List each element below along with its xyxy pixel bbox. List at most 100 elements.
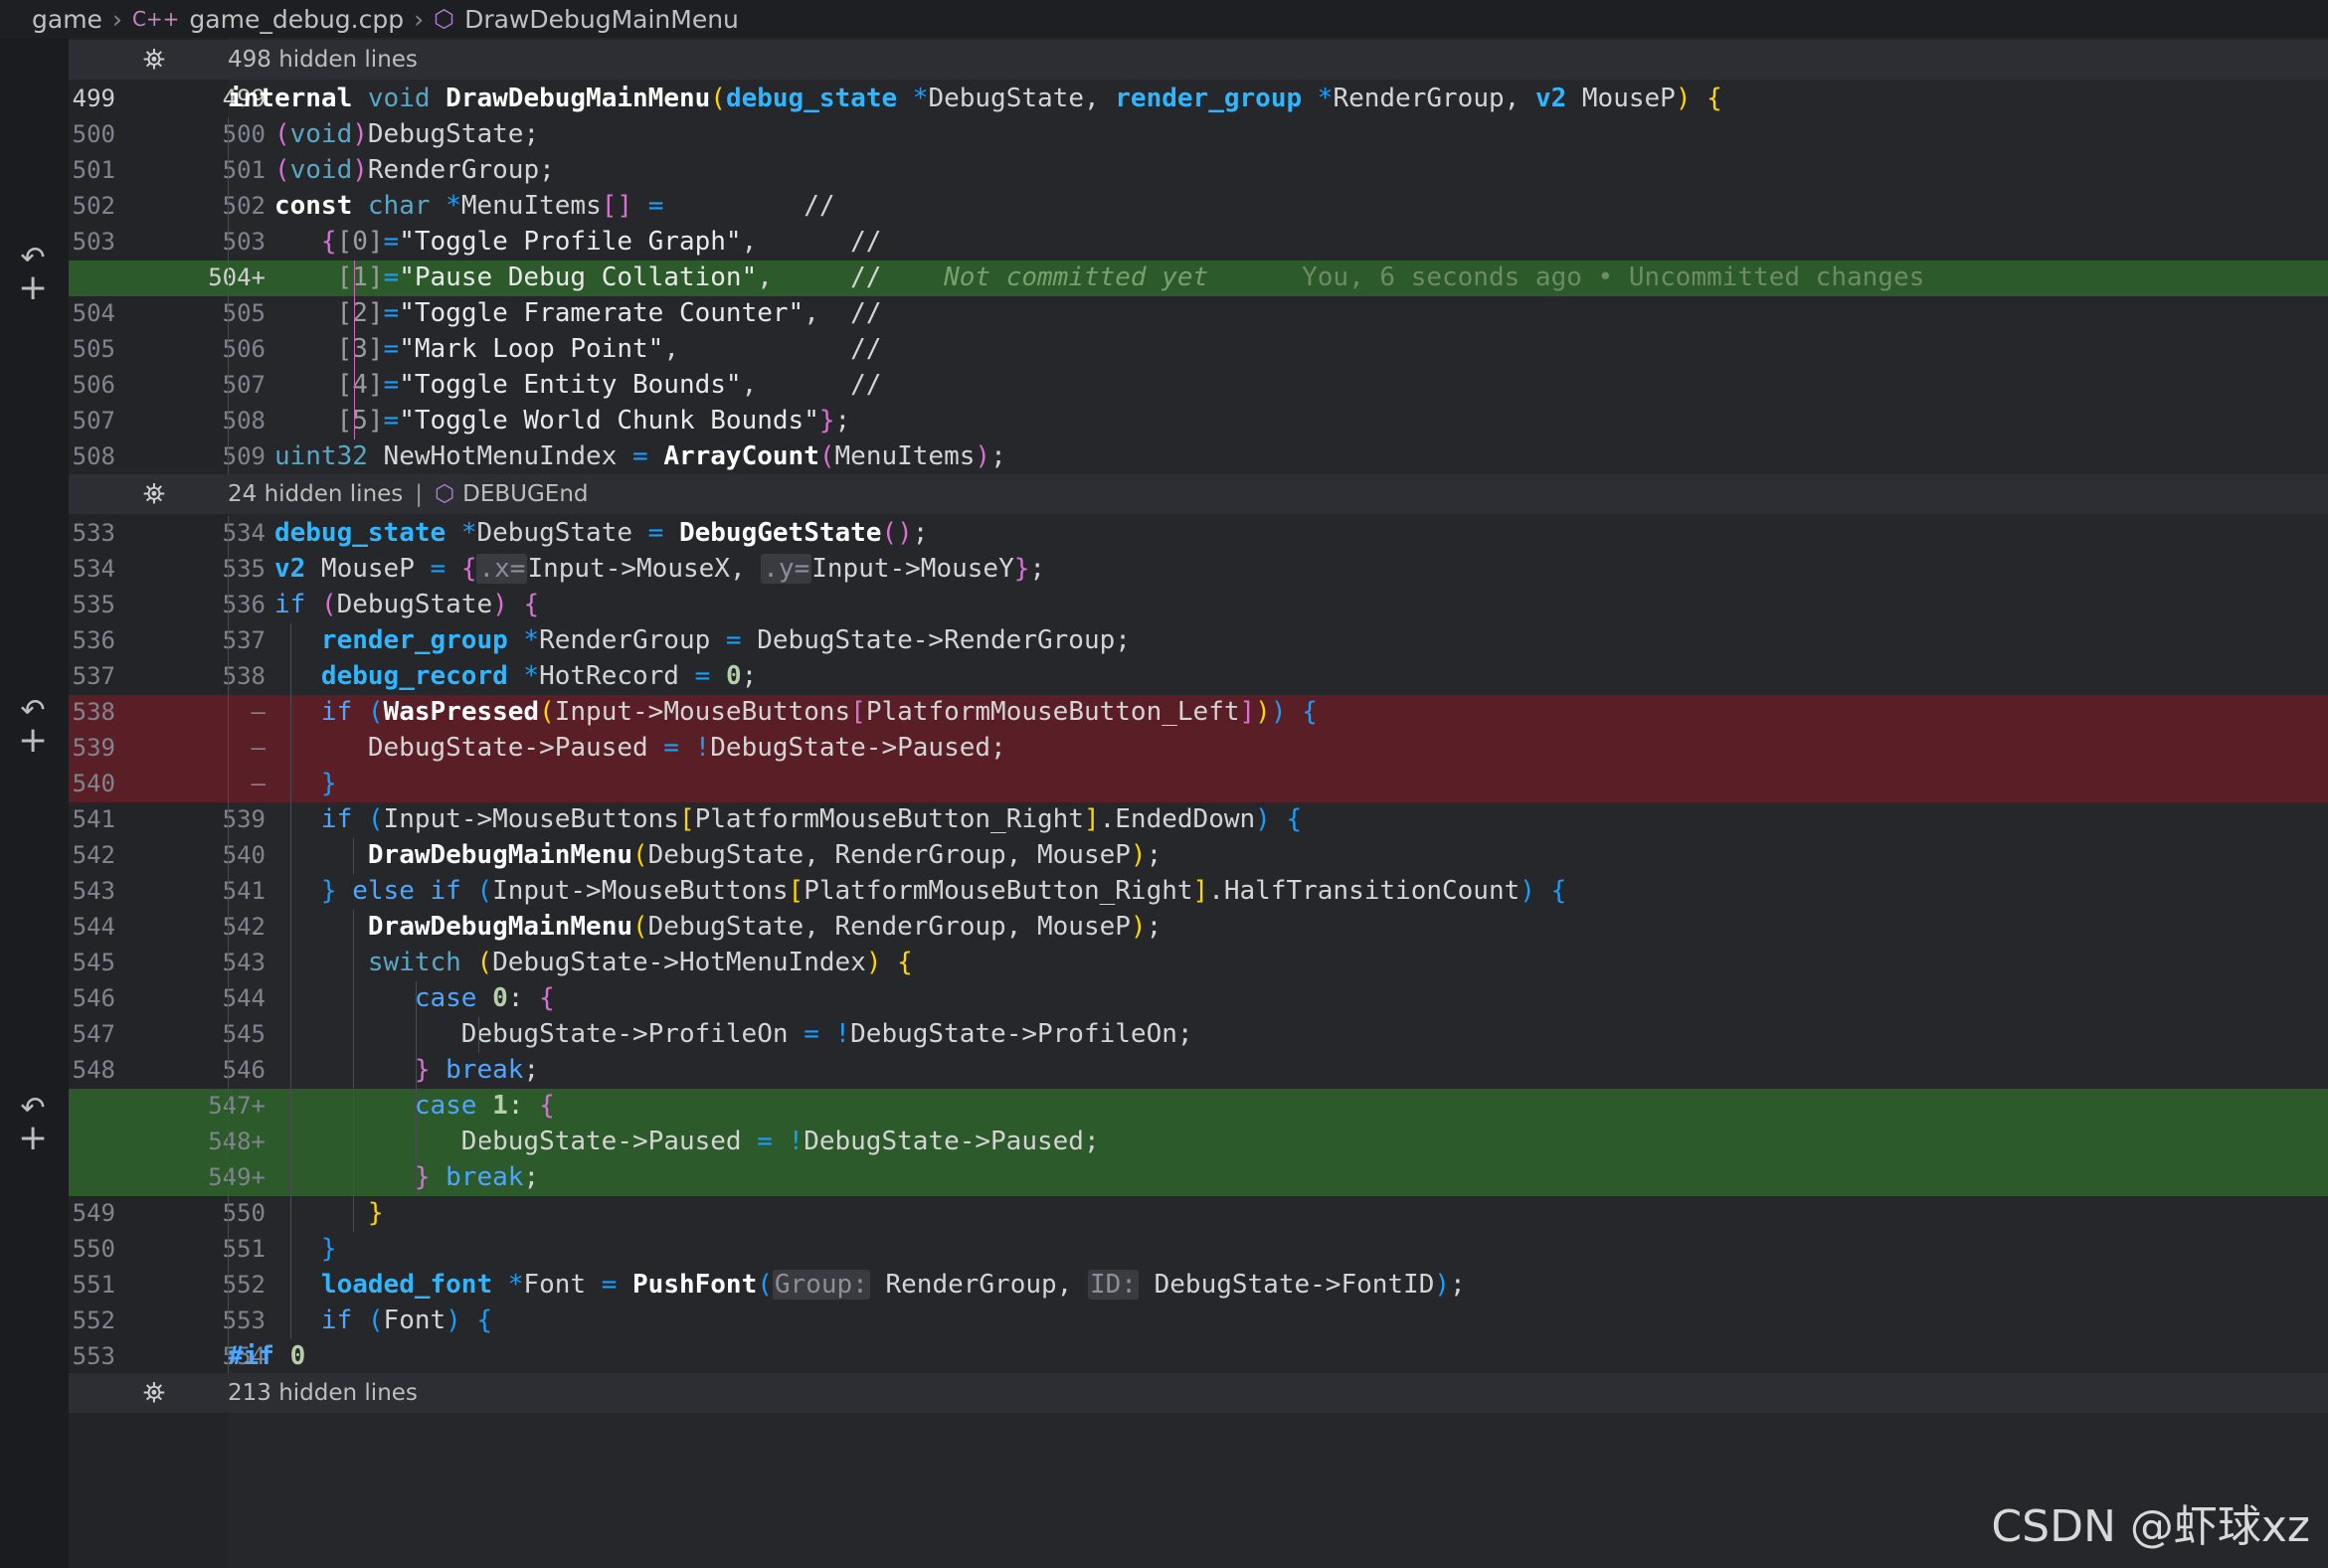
old-line-number: 537 xyxy=(72,662,115,690)
code-line: 547 545 DebugState->ProfileOn = !DebugSt… xyxy=(69,1017,2328,1053)
code-text[interactable]: if (Font) { xyxy=(228,1304,492,1339)
diff-hunk-controls: ↶ + xyxy=(18,696,48,759)
old-line-number: 505 xyxy=(72,335,115,363)
code-line-added: 504+ [1]="Pause Debug Collation", // Not… xyxy=(69,261,2328,296)
code-line-removed: 538 — if (WasPressed(Input->MouseButtons… xyxy=(69,695,2328,731)
breadcrumb-file[interactable]: game_debug.cpp xyxy=(189,5,404,34)
code-text[interactable]: DrawDebugMainMenu(DebugState, RenderGrou… xyxy=(228,838,1162,874)
code-text[interactable]: if (DebugState) { xyxy=(228,588,539,623)
old-line-number: 553 xyxy=(72,1342,115,1370)
code-line: 551 552 loaded_font *Font = PushFont(Gro… xyxy=(69,1268,2328,1304)
code-line: 542 540 DrawDebugMainMenu(DebugState, Re… xyxy=(69,838,2328,874)
code-line: 535 536 if (DebugState) { xyxy=(69,588,2328,623)
code-text[interactable]: [5]="Toggle World Chunk Bounds"}; xyxy=(228,404,851,439)
code-line-added: 549+ } break; xyxy=(69,1160,2328,1196)
breadcrumb-symbol[interactable]: DrawDebugMainMenu xyxy=(464,5,739,34)
code-text[interactable]: internal void DrawDebugMainMenu(debug_st… xyxy=(228,82,1722,117)
code-text[interactable]: } break; xyxy=(228,1053,539,1089)
code-text[interactable]: (void)RenderGroup; xyxy=(228,153,555,189)
code-line: 549 550 } xyxy=(69,1196,2328,1232)
breadcrumb-folder[interactable]: game xyxy=(32,5,102,34)
indent-guide xyxy=(478,1017,479,1053)
code-line: 545 543 switch (DebugState->HotMenuIndex… xyxy=(69,946,2328,981)
unfold-icon[interactable]: ⛯ xyxy=(69,1376,222,1410)
old-line-number: 539 xyxy=(72,734,115,762)
code-text[interactable]: DebugState->Paused = !DebugState->Paused… xyxy=(228,1125,1100,1160)
hidden-lines-label: 498 hidden lines xyxy=(228,47,418,73)
code-text[interactable]: if (WasPressed(Input->MouseButtons[Platf… xyxy=(228,695,1318,731)
old-line-number xyxy=(69,1125,115,1160)
code-text[interactable]: [1]="Pause Debug Collation", // Not comm… xyxy=(228,261,1925,296)
old-line-number: 502 xyxy=(72,192,115,220)
hidden-lines-fold[interactable]: ⛯ 213 hidden lines xyxy=(69,1373,2328,1413)
stage-icon[interactable]: + xyxy=(18,270,48,306)
old-line-number: 547 xyxy=(72,1020,115,1048)
code-text[interactable]: #if 0 xyxy=(228,1339,305,1375)
watermark: CSDN @虾球xz xyxy=(1991,1501,2310,1552)
code-text[interactable]: uint32 NewHotMenuIndex = ArrayCount(Menu… xyxy=(228,439,1006,475)
old-line-number: 542 xyxy=(72,841,115,869)
cube-icon: ⬡ xyxy=(435,481,455,507)
code-text[interactable]: [2]="Toggle Framerate Counter", // xyxy=(228,296,882,332)
code-text[interactable]: DebugState->Paused = !DebugState->Paused… xyxy=(228,731,1006,767)
code-text[interactable]: [3]="Mark Loop Point", // xyxy=(228,332,882,368)
code-text[interactable]: {[0]="Toggle Profile Graph", // xyxy=(228,225,882,261)
indent-guide xyxy=(353,838,354,874)
old-line-number: 538 xyxy=(72,698,115,726)
code-text[interactable]: } else if (Input->MouseButtons[PlatformM… xyxy=(228,874,1566,910)
old-line-number: 550 xyxy=(72,1235,115,1263)
code-line: 548 546 } break; xyxy=(69,1053,2328,1089)
code-line: 541 539 if (Input->MouseButtons[Platform… xyxy=(69,802,2328,838)
old-line-number xyxy=(69,261,115,296)
code-text[interactable]: if (Input->MouseButtons[PlatformMouseBut… xyxy=(228,802,1302,838)
old-line-number: 507 xyxy=(72,407,115,435)
old-line-number: 504 xyxy=(72,299,115,327)
code-line: 503 503 {[0]="Toggle Profile Graph", // xyxy=(69,225,2328,261)
code-text[interactable]: } xyxy=(228,1232,337,1268)
breadcrumb: game › C++ game_debug.cpp › ⬡ DrawDebugM… xyxy=(0,0,2328,38)
unfold-icon[interactable]: ⛯ xyxy=(69,477,222,511)
blame-detail: You, 6 seconds ago • Uncommitted changes xyxy=(1302,262,1925,292)
old-line-number: 536 xyxy=(72,626,115,654)
code-line-added: 547+ case 1: { xyxy=(69,1089,2328,1125)
code-line: 537 538 debug_record *HotRecord = 0; xyxy=(69,659,2328,695)
code-line: 534 535 v2 MouseP = {.x=Input->MouseX, .… xyxy=(69,552,2328,588)
indent-guide xyxy=(354,261,355,439)
code-text[interactable]: DrawDebugMainMenu(DebugState, RenderGrou… xyxy=(228,910,1162,946)
code-text[interactable]: const char *MenuItems[] = // xyxy=(228,189,835,225)
code-text[interactable]: case 0: { xyxy=(228,981,555,1017)
code-text[interactable]: } break; xyxy=(228,1160,539,1196)
code-text[interactable]: case 1: { xyxy=(228,1089,555,1125)
code-text[interactable]: [4]="Toggle Entity Bounds", // xyxy=(228,368,882,404)
code-text[interactable]: v2 MouseP = {.x=Input->MouseX, .y=Input-… xyxy=(228,552,1045,588)
old-line-number: 548 xyxy=(72,1056,115,1084)
blame-status: Not committed yet xyxy=(944,262,1209,292)
code-text[interactable]: DebugState->ProfileOn = !DebugState->Pro… xyxy=(228,1017,1193,1053)
chevron-right-icon: › xyxy=(111,4,122,34)
code-text[interactable]: (void)DebugState; xyxy=(228,117,539,153)
code-text[interactable]: switch (DebugState->HotMenuIndex) { xyxy=(228,946,913,981)
code-text[interactable]: render_group *RenderGroup = DebugState->… xyxy=(228,623,1131,659)
old-line-number: 508 xyxy=(72,442,115,470)
code-text[interactable]: loaded_font *Font = PushFont(Group: Rend… xyxy=(228,1268,1466,1304)
code-text[interactable]: } xyxy=(228,767,337,802)
indent-guide xyxy=(478,1125,479,1160)
hidden-lines-fold[interactable]: ⛯ 24 hidden lines | ⬡ DEBUGEnd xyxy=(69,474,2328,514)
code-text[interactable]: debug_record *HotRecord = 0; xyxy=(228,659,757,695)
hidden-lines-fold[interactable]: ⛯ 498 hidden lines xyxy=(69,40,2328,80)
old-line-number: 540 xyxy=(72,770,115,797)
code-line: 544 542 DrawDebugMainMenu(DebugState, Re… xyxy=(69,910,2328,946)
code-line: 508 509 uint32 NewHotMenuIndex = ArrayCo… xyxy=(69,439,2328,475)
code-line: 543 541 } else if (Input->MouseButtons[P… xyxy=(69,874,2328,910)
stage-icon[interactable]: + xyxy=(18,723,48,759)
unfold-icon[interactable]: ⛯ xyxy=(69,43,222,77)
code-text[interactable]: debug_state *DebugState = DebugGetState(… xyxy=(228,516,928,552)
fold-separator: | xyxy=(415,481,424,507)
old-line-number: 541 xyxy=(72,805,115,833)
old-line-number: 546 xyxy=(72,984,115,1012)
code-line: 505 506 [3]="Mark Loop Point", // xyxy=(69,332,2328,368)
code-text[interactable]: } xyxy=(228,1196,384,1232)
stage-icon[interactable]: + xyxy=(18,1121,48,1156)
indent-guide xyxy=(228,516,229,1373)
old-line-number: 533 xyxy=(72,519,115,547)
